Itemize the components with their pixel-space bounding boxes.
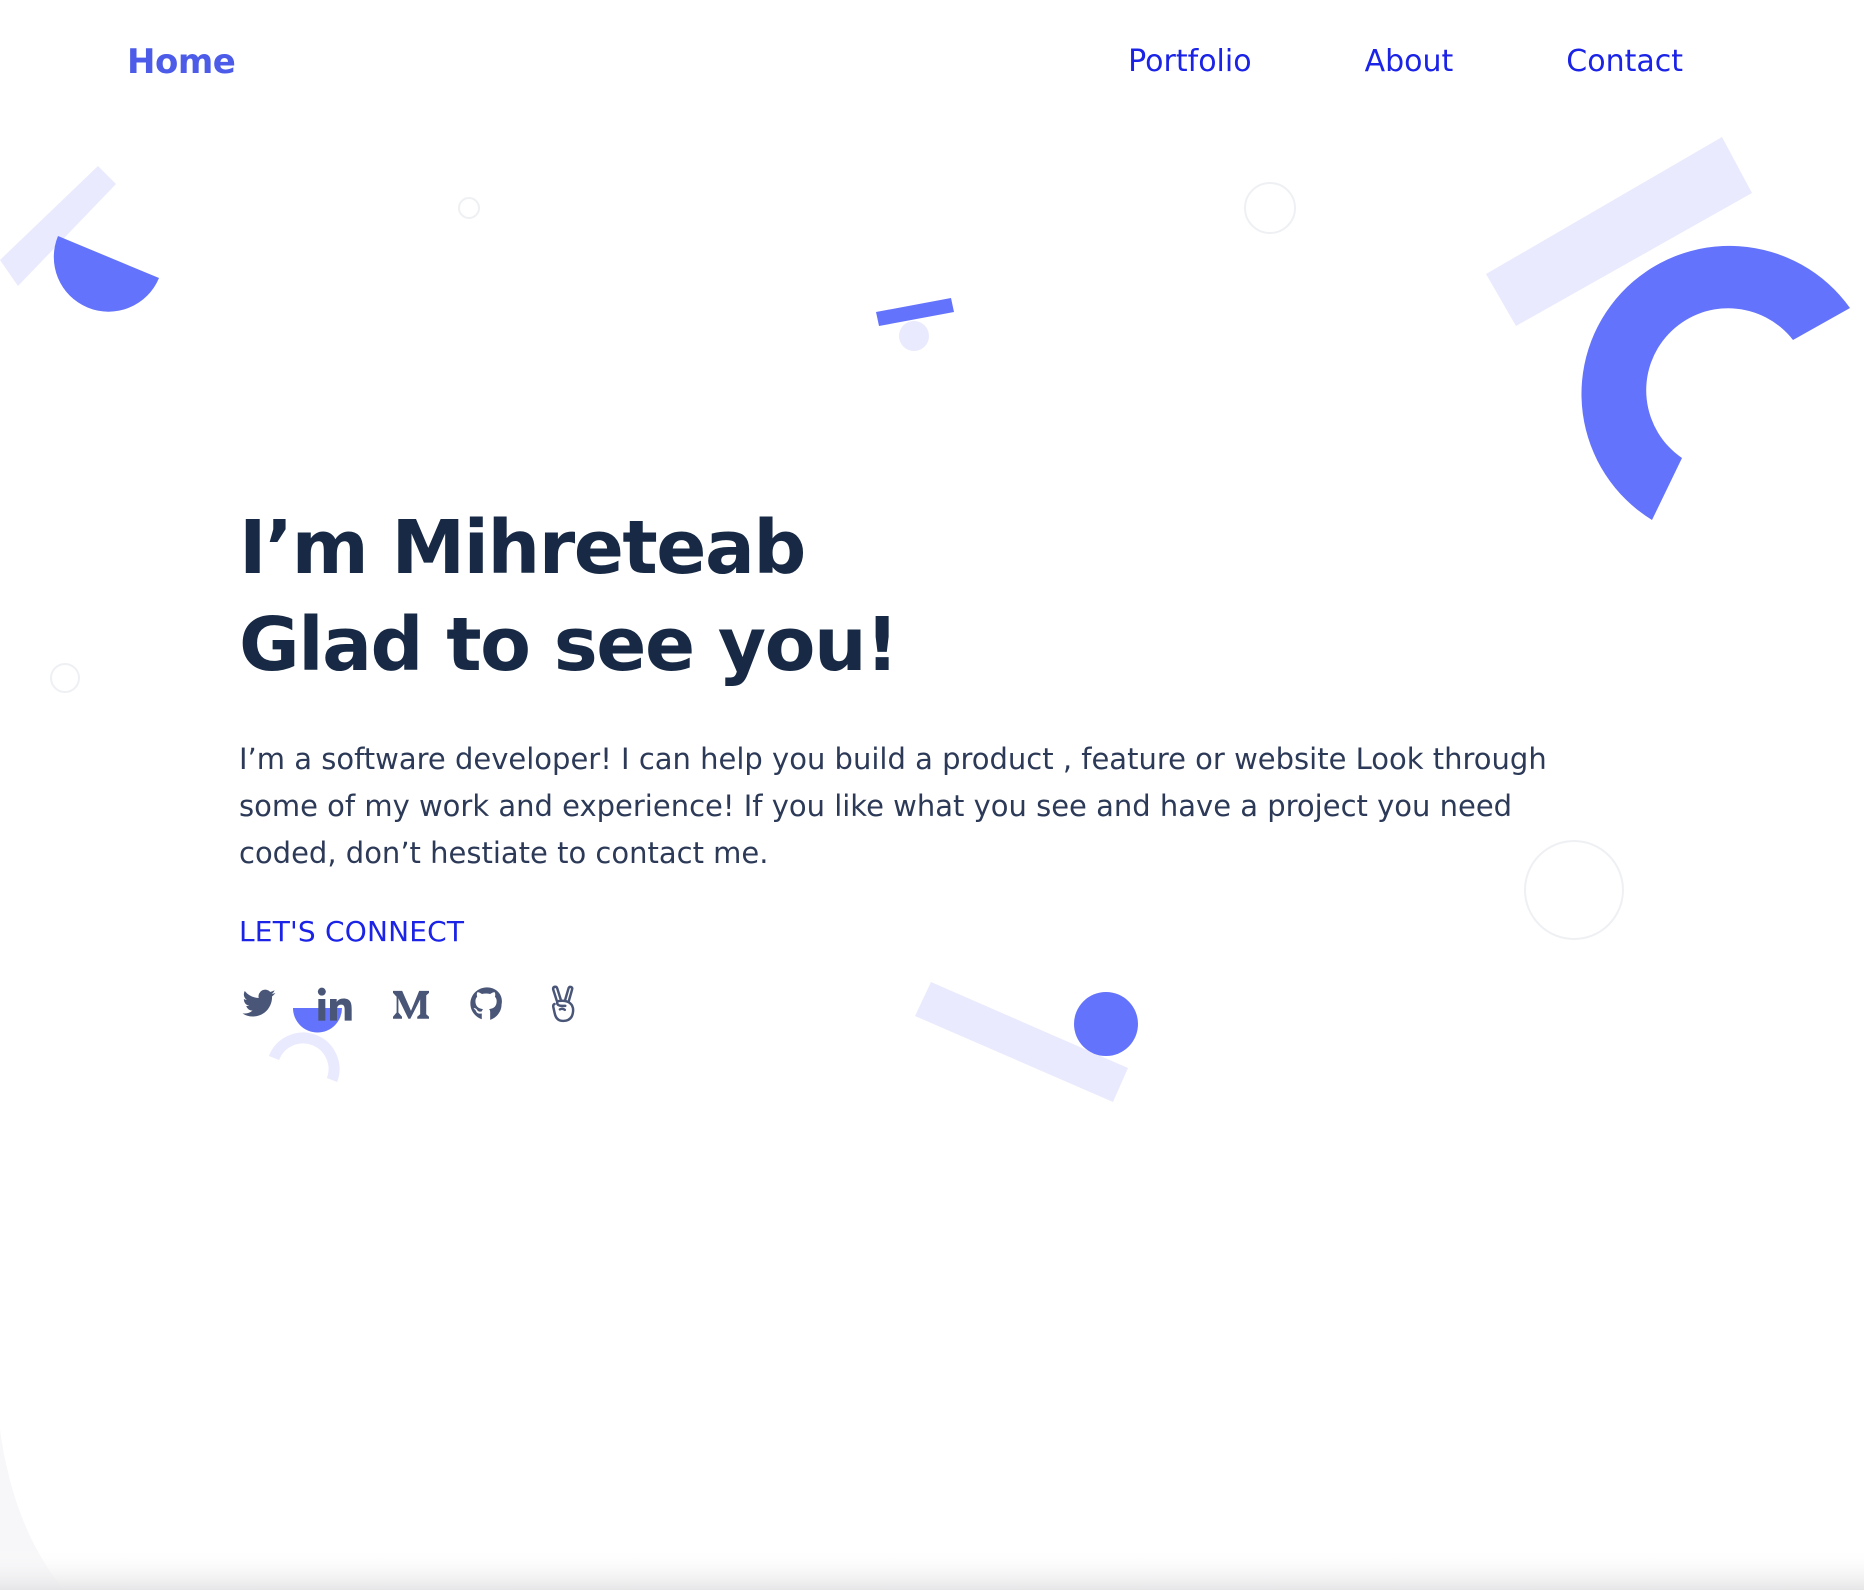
hero-title: I’m Mihreteab Glad to see you! [239, 500, 1599, 694]
decor-arc-small [268, 1032, 340, 1082]
lets-connect-link[interactable]: LET'S CONNECT [239, 915, 1599, 948]
hero-title-line-2: Glad to see you! [239, 602, 899, 688]
medium-icon [393, 990, 429, 1019]
decor-dot-center-top [899, 321, 929, 351]
page: Home Portfolio About Contact I’m Mihrete… [0, 0, 1864, 1590]
twitter-icon [242, 989, 276, 1017]
nav-links: Portfolio About Contact [1128, 44, 1683, 79]
decor-ring-small-1 [458, 197, 480, 219]
medium-link[interactable] [391, 982, 431, 1026]
decor-half-circle-top-left [53, 236, 159, 312]
linkedin-icon [317, 987, 352, 1021]
decor-bar-top-right [1486, 137, 1752, 326]
angellist-icon [551, 985, 575, 1023]
hero-section: I’m Mihreteab Glad to see you! I’m a sof… [239, 500, 1599, 1026]
top-nav: Home Portfolio About Contact [0, 0, 1864, 130]
social-links [239, 982, 1599, 1026]
decor-curve-bottom-left [0, 1430, 64, 1590]
hero-description: I’m a software developer! I can help you… [239, 742, 1547, 870]
angellist-link[interactable] [543, 982, 583, 1026]
github-link[interactable] [467, 982, 507, 1026]
nav-home-link[interactable]: Home [127, 42, 236, 82]
decor-bottom-shadow [0, 1548, 1864, 1590]
hero-title-line-1: I’m Mihreteab [239, 505, 806, 591]
decor-bar-top-left [0, 166, 116, 286]
nav-contact-link[interactable]: Contact [1566, 44, 1683, 79]
nav-portfolio-link[interactable]: Portfolio [1128, 44, 1251, 79]
decor-ring-left [50, 663, 80, 693]
github-icon [470, 987, 502, 1020]
twitter-link[interactable] [239, 982, 279, 1026]
decor-ring-top [1244, 182, 1296, 234]
linkedin-link[interactable] [315, 982, 355, 1026]
nav-about-link[interactable]: About [1365, 44, 1454, 79]
decor-arc-top-right [1581, 245, 1850, 520]
decor-bar-center-top [876, 298, 954, 326]
